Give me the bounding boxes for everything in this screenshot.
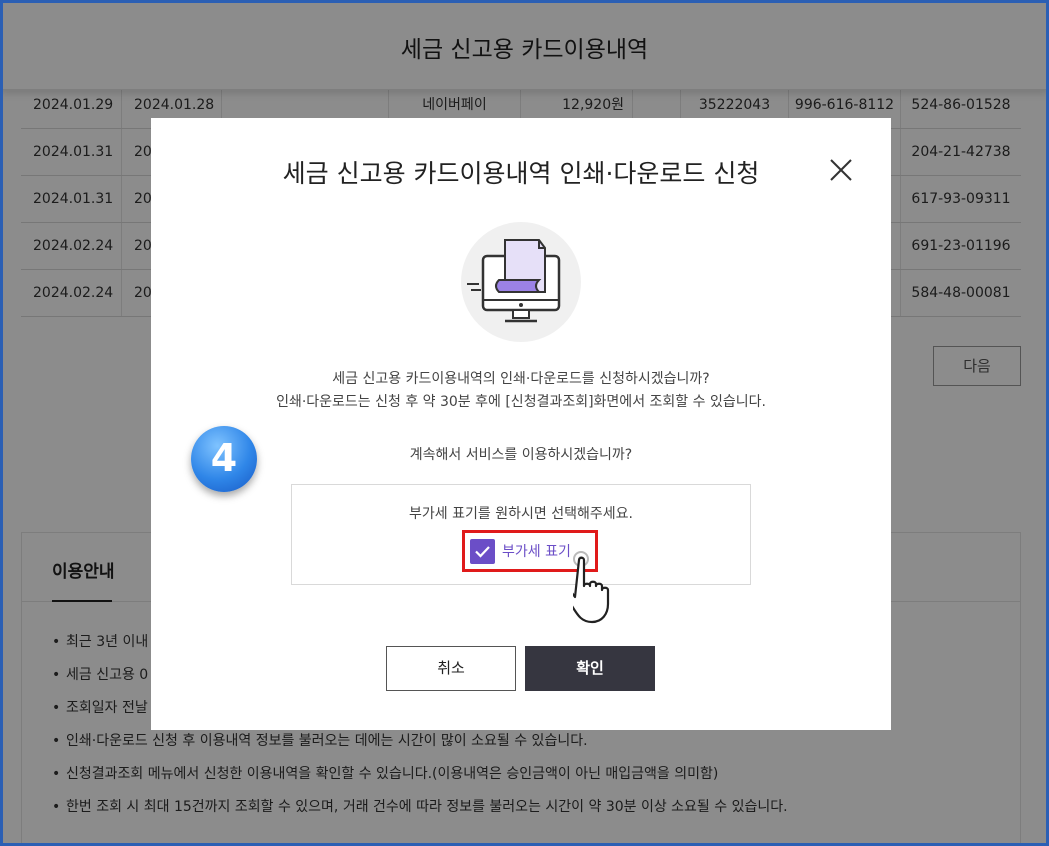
- modal-description-line2: 인쇄·다운로드는 신청 후 약 30분 후에 [신청결과조회]화면에서 조회할 …: [276, 394, 766, 410]
- cancel-button[interactable]: 취소: [386, 646, 516, 691]
- modal-title: 세금 신고용 카드이용내역 인쇄·다운로드 신청: [282, 159, 760, 188]
- vat-checkbox-label[interactable]: 부가세 표기: [502, 541, 571, 561]
- monitor-document-icon: [461, 222, 581, 342]
- vat-option-box: 부가세 표기를 원하시면 선택해주세요. 부가세 표기: [291, 484, 751, 585]
- step-number-badge: 4: [191, 426, 257, 492]
- checkmark-icon: [475, 546, 490, 558]
- modal-description-line1: 세금 신고용 카드이용내역의 인쇄·다운로드를 신청하시겠습니까?: [332, 371, 710, 387]
- close-icon[interactable]: [827, 156, 855, 184]
- vat-prompt: 부가세 표기를 원하시면 선택해주세요.: [409, 506, 633, 522]
- pointing-hand-icon: [573, 551, 610, 624]
- confirm-button[interactable]: 확인: [525, 646, 655, 691]
- vat-checkbox[interactable]: [470, 539, 495, 564]
- step-number: 4: [210, 436, 238, 480]
- confirm-question: 계속해서 서비스를 이용하시겠습니까?: [409, 447, 633, 463]
- print-download-modal: 세금 신고용 카드이용내역 인쇄·다운로드 신청 세금 신고용 카드이용내역의 …: [151, 118, 891, 730]
